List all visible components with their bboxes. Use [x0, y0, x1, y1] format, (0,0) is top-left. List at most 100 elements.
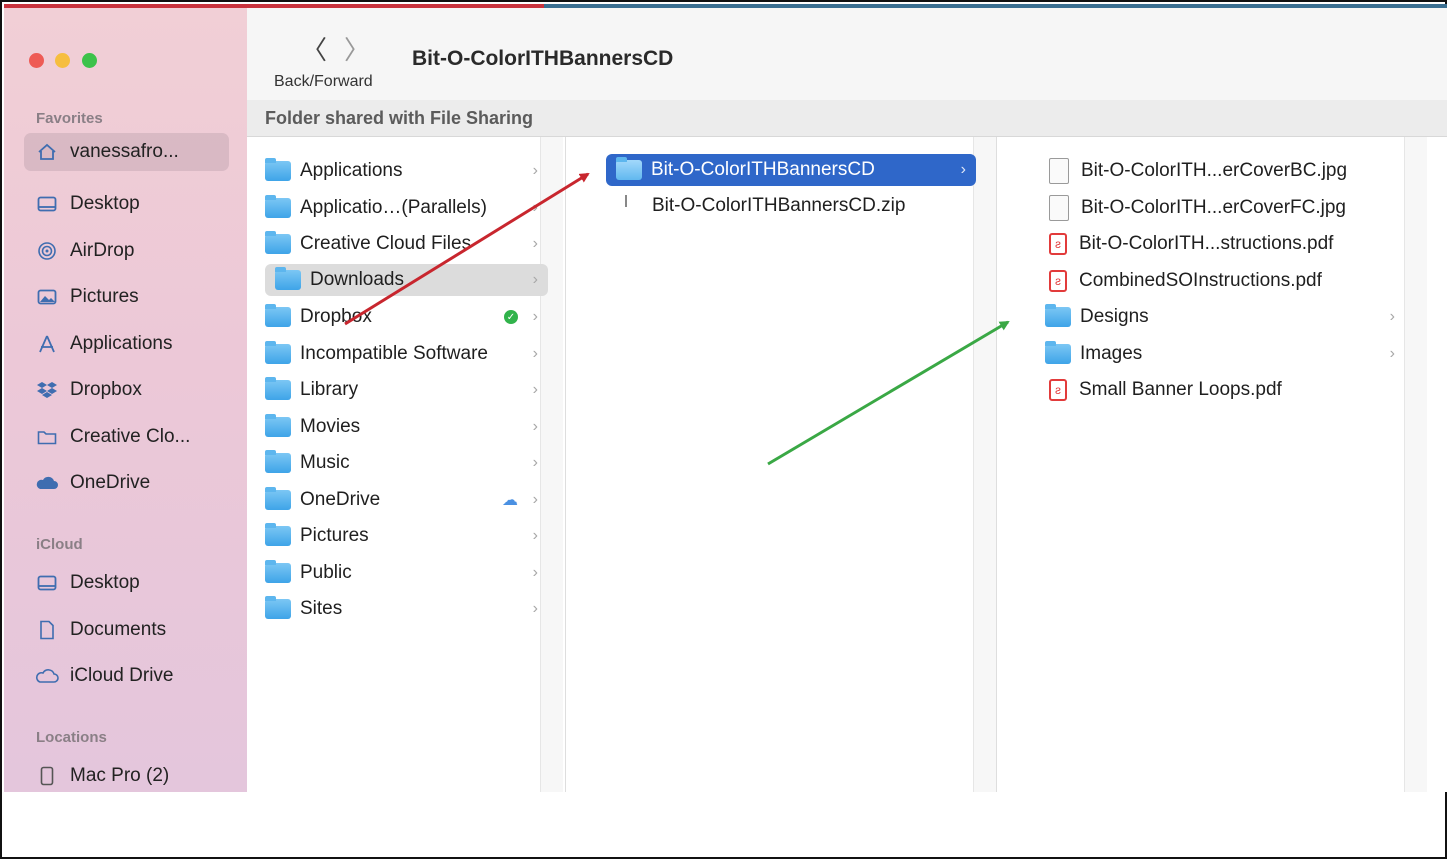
list-item[interactable]: Movies ›: [265, 411, 548, 443]
zip-archive-icon: [622, 195, 638, 217]
folder-icon: [265, 487, 291, 510]
list-item[interactable]: ƨ Bit-O-ColorITH...structions.pdf: [1045, 228, 1405, 260]
list-item[interactable]: Designs ›: [1045, 301, 1405, 333]
back-forward-label: Back/Forward: [274, 73, 373, 90]
sidebar-item-label: Pictures: [70, 286, 139, 307]
list-item-selected[interactable]: Downloads ›: [265, 264, 548, 296]
item-label: Downloads: [310, 269, 404, 290]
item-label: Small Banner Loops.pdf: [1079, 379, 1282, 400]
list-item[interactable]: Bit-O-ColorITH...erCoverBC.jpg: [1045, 155, 1405, 187]
sidebar-item-label: Desktop: [70, 572, 140, 593]
item-label: Bit-O-ColorITH...erCoverBC.jpg: [1081, 160, 1348, 181]
list-item[interactable]: Creative Cloud Files ›: [265, 228, 548, 260]
chevron-right-icon: ›: [532, 491, 538, 508]
minimize-button[interactable]: [55, 53, 71, 68]
column-divider[interactable]: [973, 137, 996, 792]
list-item-selected[interactable]: Bit-O-ColorITHBannersCD ›: [606, 154, 976, 186]
list-item[interactable]: Dropbox ✓ ›: [265, 301, 548, 333]
list-item[interactable]: OneDrive ☁ ›: [265, 484, 548, 516]
item-label: Dropbox: [300, 306, 372, 327]
computer-icon: [34, 763, 60, 789]
item-label: CombinedSOInstructions.pdf: [1079, 270, 1322, 291]
item-label: Bit-O-ColorITHBannersCD.zip: [652, 195, 906, 216]
document-icon: [34, 617, 60, 643]
list-item[interactable]: Bit-O-ColorITH...erCoverFC.jpg: [1045, 192, 1405, 224]
folder-icon: [265, 377, 291, 400]
item-label: Designs: [1080, 306, 1149, 327]
folder-icon: [616, 157, 642, 180]
sidebar-item-icloud-drive[interactable]: iCloud Drive: [24, 657, 229, 695]
sidebar-heading-favorites: Favorites: [36, 110, 103, 127]
sidebar-item-label: Desktop: [70, 193, 140, 214]
folder-icon: [265, 231, 291, 254]
list-item[interactable]: ƨ Small Banner Loops.pdf: [1045, 374, 1405, 406]
list-item[interactable]: Bit-O-ColorITHBannersCD.zip: [616, 190, 976, 222]
item-label: Public: [300, 562, 352, 583]
sidebar-item-desktop[interactable]: Desktop: [24, 185, 229, 223]
window-title: Bit-O-ColorITHBannersCD: [412, 47, 674, 70]
folder-icon: [265, 523, 291, 546]
sidebar-item-icloud-desktop[interactable]: Desktop: [24, 564, 229, 602]
sidebar-item-applications[interactable]: Applications: [24, 325, 229, 363]
chevron-right-icon: ›: [1389, 345, 1395, 362]
sidebar-heading-locations: Locations: [36, 729, 107, 746]
sidebar-item-label: Applications: [70, 333, 173, 354]
column-3: Bit-O-ColorITH...erCoverBC.jpg Bit-O-Col…: [996, 137, 1427, 792]
list-item[interactable]: Images ›: [1045, 338, 1405, 370]
list-item[interactable]: Public ›: [265, 557, 548, 589]
chevron-right-icon: ›: [532, 527, 538, 544]
list-item[interactable]: Library ›: [265, 374, 548, 406]
sidebar-item-dropbox[interactable]: Dropbox: [24, 371, 229, 409]
column-divider[interactable]: [1404, 137, 1427, 792]
forward-button[interactable]: 〉: [344, 30, 370, 67]
chevron-right-icon: ›: [1389, 308, 1395, 325]
window-controls: [29, 53, 104, 73]
item-label: Creative Cloud Files: [300, 233, 472, 254]
sidebar-item-label: iCloud Drive: [70, 665, 174, 686]
pdf-file-icon: ƨ: [1049, 233, 1067, 255]
chevron-right-icon: ›: [960, 161, 966, 178]
list-item[interactable]: Incompatible Software ›: [265, 338, 548, 370]
list-item[interactable]: Music ›: [265, 447, 548, 479]
sidebar-item-onedrive[interactable]: OneDrive: [24, 464, 229, 502]
sidebar-item-icloud-documents[interactable]: Documents: [24, 611, 229, 649]
chevron-right-icon: ›: [532, 345, 538, 362]
close-button[interactable]: [29, 53, 44, 68]
zoom-button[interactable]: [81, 53, 97, 68]
sidebar-item-airdrop[interactable]: AirDrop: [24, 232, 229, 270]
item-label: Movies: [300, 416, 361, 437]
folder-icon: [265, 596, 291, 619]
sidebar-item-label: vanessafro...: [70, 141, 179, 162]
list-item[interactable]: Applicatio…(Parallels) ›: [265, 192, 548, 224]
folder-icon: [265, 195, 291, 218]
folder-icon: [265, 414, 291, 437]
list-item[interactable]: Pictures ›: [265, 520, 548, 552]
sidebar-item-label: Documents: [70, 619, 167, 640]
folder-icon: [34, 424, 60, 450]
item-label: Incompatible Software: [300, 343, 488, 364]
sidebar: Favorites vanessafro... Desktop AirDrop …: [4, 8, 247, 792]
sidebar-item-label: Mac Pro (2): [70, 765, 170, 786]
desktop-icon: [34, 570, 60, 596]
sidebar-item-label: AirDrop: [70, 240, 135, 261]
sidebar-item-pictures[interactable]: Pictures: [24, 278, 229, 316]
cloud-status-icon: ☁: [502, 492, 518, 509]
screenshot-frame: Favorites vanessafro... Desktop AirDrop …: [0, 0, 1447, 859]
item-label: Sites: [300, 598, 343, 619]
dropbox-icon: [34, 377, 60, 403]
sidebar-item-home[interactable]: vanessafro...: [24, 133, 229, 171]
sync-check-icon: ✓: [504, 310, 518, 324]
folder-icon: [265, 560, 291, 583]
chevron-right-icon: ›: [532, 235, 538, 252]
list-item[interactable]: Sites ›: [265, 593, 548, 625]
sidebar-item-label: OneDrive: [70, 472, 151, 493]
item-label: Images: [1080, 343, 1143, 364]
chevron-right-icon: ›: [532, 418, 538, 435]
list-item[interactable]: Applications ›: [265, 155, 548, 187]
folder-icon: [265, 341, 291, 364]
back-button[interactable]: 〈: [301, 30, 327, 67]
sidebar-item-mac-pro[interactable]: Mac Pro (2): [24, 757, 229, 792]
chevron-right-icon: ›: [532, 199, 538, 216]
list-item[interactable]: ƨ CombinedSOInstructions.pdf: [1045, 265, 1405, 297]
sidebar-item-creative-cloud[interactable]: Creative Clo...: [24, 418, 229, 456]
